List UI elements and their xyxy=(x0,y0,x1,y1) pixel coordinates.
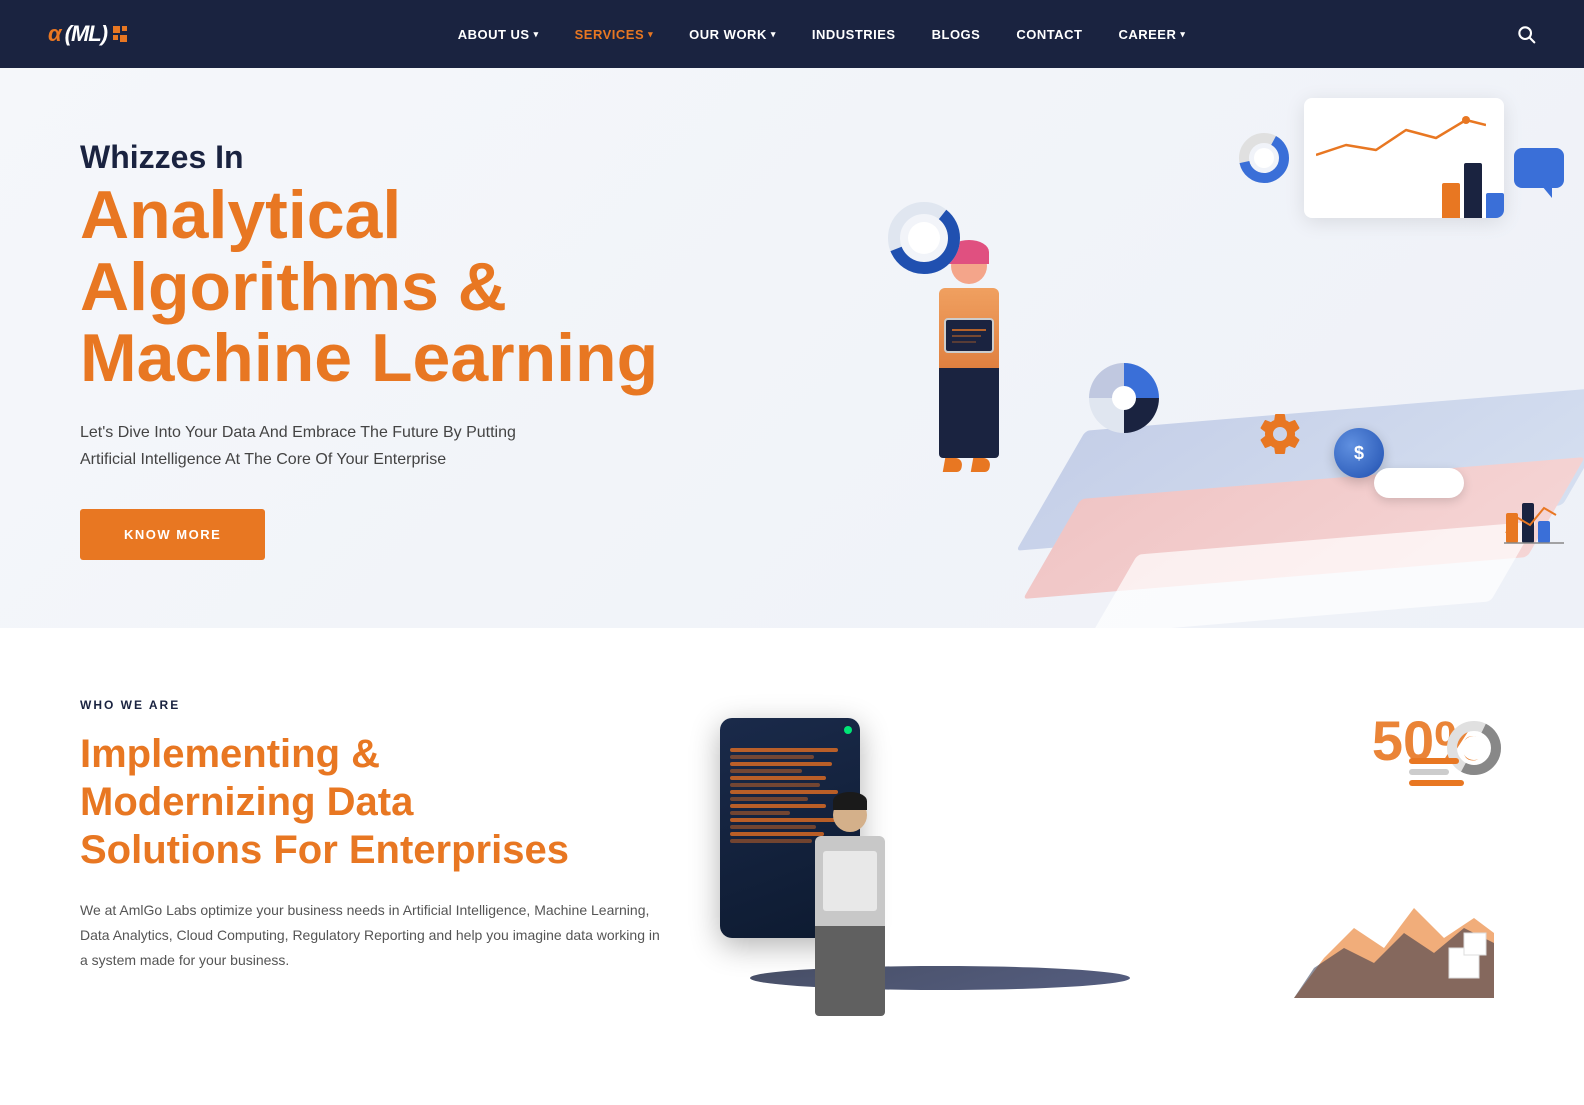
pie-chart-bottom xyxy=(1084,358,1154,428)
donut-chart-top xyxy=(1234,128,1294,188)
person-laptop xyxy=(944,318,994,353)
gear-icon xyxy=(1256,410,1304,458)
area-chart xyxy=(1294,878,1494,998)
who-we-are-section: WHO WE ARE Implementing & Modernizing Da… xyxy=(0,628,1584,1058)
person2-illustration xyxy=(800,798,900,1018)
donut-svg xyxy=(1234,128,1294,188)
section-title: Implementing & Modernizing Data Solution… xyxy=(80,730,660,874)
chevron-down-icon: ▾ xyxy=(648,29,653,40)
lines-graphic xyxy=(1409,758,1464,786)
hero-section: Whizzes In Analytical Algorithms & Machi… xyxy=(0,68,1584,628)
who-we-are-illustration: 50% xyxy=(720,698,1504,1018)
hero-description: Let's Dive Into Your Data And Embrace Th… xyxy=(80,419,658,473)
hero-illustration: $ xyxy=(884,68,1584,628)
logo-alpha: α xyxy=(48,21,61,47)
logo-icon xyxy=(113,26,127,42)
bar-chart-icon xyxy=(1504,493,1564,548)
nav-link-contact[interactable]: CONTACT xyxy=(1016,27,1082,42)
oval-shape xyxy=(1374,468,1464,498)
nav-link-blogs[interactable]: BLOGS xyxy=(932,27,981,42)
line-chart xyxy=(1316,110,1486,165)
search-icon[interactable] xyxy=(1516,24,1536,44)
nav-link-about[interactable]: ABOUT US ▾ xyxy=(458,27,539,42)
dashboard-card xyxy=(1304,98,1504,218)
nav-link-our-work[interactable]: OUR WORK ▾ xyxy=(689,27,776,42)
navbar: α (ML) ABOUT US ▾ SERVICES ▾ xyxy=(0,0,1584,68)
person-body xyxy=(939,288,999,368)
chevron-down-icon: ▾ xyxy=(1180,29,1185,40)
person-illustration xyxy=(904,248,1034,528)
who-we-are-content: WHO WE ARE Implementing & Modernizing Da… xyxy=(80,698,660,974)
nav-links: ABOUT US ▾ SERVICES ▾ OUR WORK ▾ INDUSTR… xyxy=(458,27,1186,42)
nav-item-blogs[interactable]: BLOGS xyxy=(932,27,981,42)
nav-link-industries[interactable]: INDUSTRIES xyxy=(812,27,896,42)
know-more-button[interactable]: KNOW MORE xyxy=(80,509,265,560)
logo[interactable]: α (ML) xyxy=(48,21,127,47)
laptop-screen xyxy=(946,320,992,351)
nav-item-about[interactable]: ABOUT US ▾ xyxy=(458,27,539,42)
pie-svg xyxy=(884,198,964,278)
nav-link-services[interactable]: SERVICES ▾ xyxy=(575,27,654,42)
hero-title: Analytical Algorithms & Machine Learning xyxy=(80,180,658,394)
pie-svg-2 xyxy=(1084,358,1164,438)
hero-content: Whizzes In Analytical Algorithms & Machi… xyxy=(80,128,658,560)
dollar-coin-icon: $ xyxy=(1334,428,1384,478)
section-label: WHO WE ARE xyxy=(80,698,660,712)
nav-item-industries[interactable]: INDUSTRIES xyxy=(812,27,896,42)
screen-indicator xyxy=(844,726,852,734)
chevron-down-icon: ▾ xyxy=(534,29,539,40)
nav-item-career[interactable]: CAREER ▾ xyxy=(1118,27,1185,42)
pie-chart-donut xyxy=(884,198,964,278)
person-shoes xyxy=(944,458,990,472)
section-description: We at AmlGo Labs optimize your business … xyxy=(80,898,660,974)
chevron-down-icon: ▾ xyxy=(771,29,776,40)
chat-bubble-icon xyxy=(1514,148,1564,188)
nav-link-career[interactable]: CAREER ▾ xyxy=(1118,27,1185,42)
logo-ml: (ML) xyxy=(65,21,107,47)
nav-item-our-work[interactable]: OUR WORK ▾ xyxy=(689,27,776,42)
nav-item-services[interactable]: SERVICES ▾ xyxy=(575,27,654,42)
hero-subtitle: Whizzes In xyxy=(80,138,658,176)
person-legs xyxy=(939,368,999,458)
nav-item-contact[interactable]: CONTACT xyxy=(1016,27,1082,42)
